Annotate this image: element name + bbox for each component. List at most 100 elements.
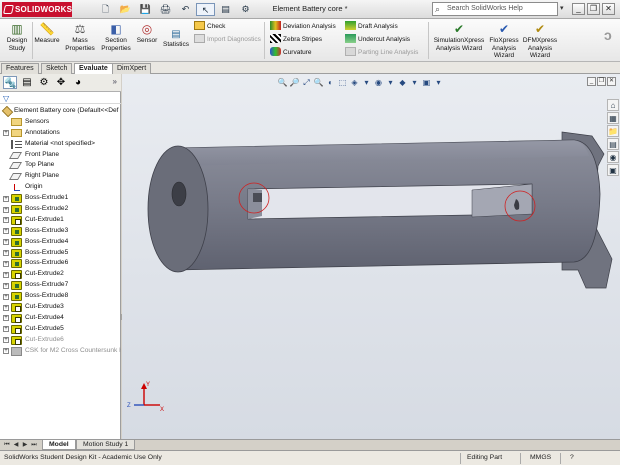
curvature-button[interactable]: Curvature bbox=[270, 46, 312, 59]
tab-motion-study-1[interactable]: Motion Study 1 bbox=[76, 440, 136, 450]
hide-show-items-icon[interactable]: ◈ bbox=[349, 77, 360, 88]
check-button[interactable]: Check bbox=[194, 20, 225, 33]
viewport-restore-button[interactable]: ❐ bbox=[597, 77, 606, 86]
tree-item[interactable]: Sensors bbox=[0, 117, 121, 128]
tree-item[interactable]: + Cut-Extrude2 bbox=[0, 269, 121, 280]
measure-button[interactable]: 📏 Measure bbox=[33, 22, 61, 45]
expand-toggle-icon[interactable]: + bbox=[3, 337, 9, 344]
solidworks-resources-icon[interactable]: ⌂ bbox=[607, 99, 619, 111]
display-manager-tab-icon[interactable]: ◕ bbox=[71, 76, 85, 89]
expand-toggle-icon[interactable]: + bbox=[3, 228, 9, 235]
expand-toggle-icon[interactable]: + bbox=[3, 315, 9, 322]
view-settings-icon[interactable]: ▣ bbox=[421, 77, 432, 88]
sensor-button[interactable]: ◎ Sensor bbox=[134, 22, 160, 45]
featuremanager-tab-icon[interactable]: 🔩 bbox=[3, 76, 17, 89]
expand-toggle-icon[interactable]: + bbox=[3, 348, 9, 355]
section-properties-button[interactable]: ◧ Section Properties bbox=[98, 22, 134, 52]
first-tab-icon[interactable]: ⏮ bbox=[3, 441, 11, 449]
zoom-to-fit-icon[interactable]: 🔍 bbox=[277, 77, 288, 88]
expand-toggle-icon[interactable]: + bbox=[3, 130, 9, 137]
search-results-icon[interactable]: ▤ bbox=[607, 138, 619, 150]
configurationmanager-tab-icon[interactable]: ⚙ bbox=[37, 76, 51, 89]
floxpress-button[interactable]: ✔ FloXpress Analysis Wizard bbox=[487, 22, 521, 60]
tree-item[interactable]: + Boss-Extrude4 bbox=[0, 237, 121, 248]
file-explorer-icon[interactable]: 📁 bbox=[607, 125, 619, 137]
expand-toggle-icon[interactable]: + bbox=[3, 260, 9, 267]
unit-system[interactable]: MMGS bbox=[530, 451, 551, 465]
expand-toggle-icon[interactable]: + bbox=[3, 282, 9, 289]
tree-item[interactable]: + Boss-Extrude6 bbox=[0, 258, 121, 269]
tree-item[interactable]: + CSK for M2 Cross Countersunk H bbox=[0, 346, 121, 357]
expand-toggle-icon[interactable]: + bbox=[3, 250, 9, 257]
tree-item[interactable]: Origin bbox=[0, 182, 121, 193]
tree-item[interactable]: + Boss-Extrude3 bbox=[0, 226, 121, 237]
mass-properties-button[interactable]: ⚖ Mass Properties bbox=[63, 22, 97, 52]
more-tabs-icon[interactable]: » bbox=[113, 77, 117, 86]
expand-toggle-icon[interactable]: + bbox=[3, 239, 9, 246]
new-document-icon[interactable]: 🗋 bbox=[96, 3, 115, 16]
apply-scene-icon[interactable]: ◆ bbox=[397, 77, 408, 88]
help-icon[interactable]: ? bbox=[570, 451, 574, 465]
expand-toggle-icon[interactable]: + bbox=[3, 217, 9, 224]
section-view-icon[interactable]: 🔍 bbox=[313, 77, 324, 88]
tree-item[interactable]: Right Plane bbox=[0, 171, 121, 182]
expand-toggle-icon[interactable]: + bbox=[3, 271, 9, 278]
dimxpertmanager-tab-icon[interactable]: ✥ bbox=[54, 76, 68, 89]
hide-show-dropdown-icon[interactable]: ▾ bbox=[361, 77, 372, 88]
tree-filter-bar[interactable]: ▽ bbox=[0, 93, 121, 104]
graphics-viewport[interactable]: 🔍 🔎 ⤢ 🔍 ◐ ⬚ ◈ ▾ ◉ ▾ ◆ ▾ ▣ ▾ _ ❐ ✕ ⌂ ▦ 📁 … bbox=[122, 74, 620, 439]
expand-toggle-icon[interactable]: + bbox=[3, 195, 9, 202]
draft-analysis-button[interactable]: Draft Analysis bbox=[345, 20, 398, 33]
previous-view-icon[interactable]: ⤢ bbox=[301, 77, 312, 88]
open-folder-icon[interactable]: 📂 bbox=[116, 3, 135, 16]
design-library-icon[interactable]: ▦ bbox=[607, 112, 619, 124]
viewport-close-button[interactable]: ✕ bbox=[607, 77, 616, 86]
simulationxpress-button[interactable]: ✔ SimulationXpress Analysis Wizard bbox=[432, 22, 486, 52]
close-button[interactable]: ✕ bbox=[602, 3, 615, 15]
propertymanager-tab-icon[interactable]: ▤ bbox=[20, 76, 34, 89]
tree-item[interactable]: Material <not specified> bbox=[0, 139, 121, 150]
tree-item[interactable]: Top Plane bbox=[0, 160, 121, 171]
tree-item[interactable]: + Boss-Extrude2 bbox=[0, 204, 121, 215]
design-study-button[interactable]: ▥ Design Study bbox=[3, 22, 31, 52]
undercut-analysis-button[interactable]: Undercut Analysis bbox=[345, 33, 410, 46]
zoom-to-area-icon[interactable]: 🔎 bbox=[289, 77, 300, 88]
display-style-icon[interactable]: ⬚ bbox=[337, 77, 348, 88]
select-arrow-icon[interactable]: ↖ bbox=[196, 3, 215, 16]
tab-model[interactable]: Model bbox=[42, 440, 76, 450]
appearance-dropdown-icon[interactable]: ▾ bbox=[385, 77, 396, 88]
view-settings-dropdown-icon[interactable]: ▾ bbox=[433, 77, 444, 88]
tree-root-part[interactable]: Element Battery core (Default<<Def bbox=[0, 106, 121, 117]
tree-item[interactable]: Front Plane bbox=[0, 150, 121, 161]
options-gear-icon[interactable]: ⚙ bbox=[236, 3, 255, 16]
tree-item[interactable]: + Boss-Extrude1 bbox=[0, 193, 121, 204]
tree-item[interactable]: + Boss-Extrude8 bbox=[0, 291, 121, 302]
tree-item[interactable]: + Boss-Extrude7 bbox=[0, 280, 121, 291]
filter-funnel-icon[interactable]: ▽ bbox=[3, 94, 9, 103]
tree-item[interactable]: + Boss-Extrude5 bbox=[0, 248, 121, 259]
appearances-icon[interactable]: ▣ bbox=[607, 164, 619, 176]
expand-toggle-icon[interactable]: + bbox=[3, 326, 9, 333]
view-palette-icon[interactable]: ◉ bbox=[607, 151, 619, 163]
search-dropdown-icon[interactable]: ▾ bbox=[560, 4, 564, 12]
undo-icon[interactable]: ↶ bbox=[176, 3, 195, 16]
tree-item[interactable]: + Cut-Extrude4 bbox=[0, 313, 121, 324]
zebra-stripes-button[interactable]: Zebra Stripes bbox=[270, 33, 322, 46]
parting-line-analysis-button[interactable]: Parting Line Analysis bbox=[345, 46, 418, 59]
tree-item[interactable]: + Annotations bbox=[0, 128, 121, 139]
scene-dropdown-icon[interactable]: ▾ bbox=[409, 77, 420, 88]
next-tab-icon[interactable]: ▶ bbox=[21, 441, 29, 449]
tab-dimxpert[interactable]: DimXpert bbox=[112, 63, 152, 74]
tab-sketch[interactable]: Sketch bbox=[41, 63, 73, 74]
solidworks-logo[interactable]: SOLIDWORKS bbox=[2, 2, 72, 17]
tree-item[interactable]: + Cut-Extrude5 bbox=[0, 324, 121, 335]
save-icon[interactable]: 💾 bbox=[136, 3, 155, 16]
prev-tab-icon[interactable]: ◀ bbox=[12, 441, 20, 449]
part-model[interactable] bbox=[122, 74, 620, 439]
viewport-minimize-button[interactable]: _ bbox=[587, 77, 596, 86]
expand-toggle-icon[interactable]: + bbox=[3, 304, 9, 311]
dfmxpress-button[interactable]: ✔ DFMXpress Analysis Wizard bbox=[522, 22, 558, 60]
help-search-input[interactable]: ⌕ Search SolidWorks Help bbox=[432, 2, 558, 16]
minimize-button[interactable]: _ bbox=[572, 3, 585, 15]
tab-features[interactable]: Features bbox=[1, 63, 39, 74]
